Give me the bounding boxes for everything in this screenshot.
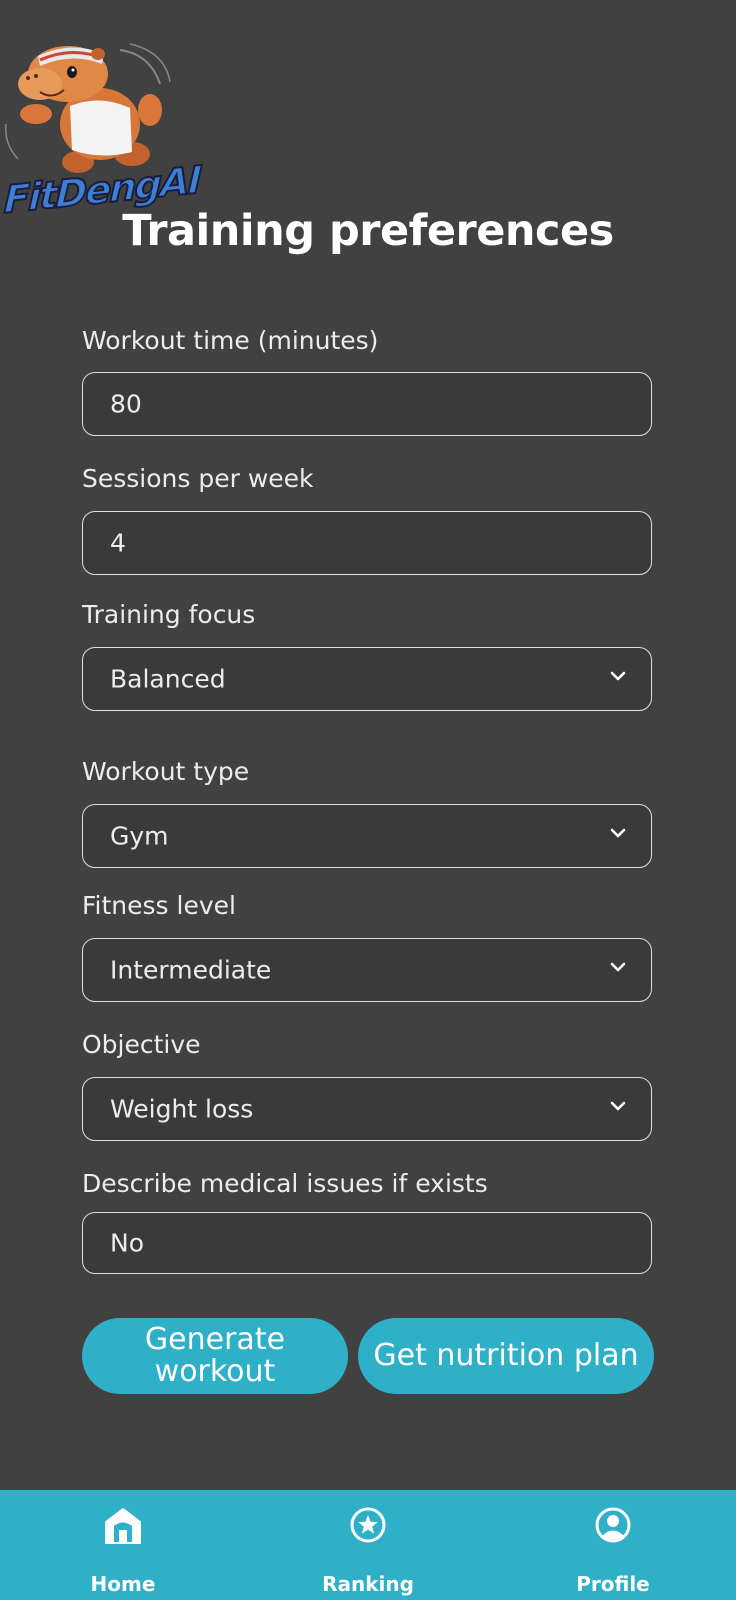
training-focus-value: Balanced [110,664,226,694]
nav-label-home: Home [90,1572,156,1596]
medical-issues-label: Describe medical issues if exists [82,1169,488,1198]
nav-item-profile[interactable]: Profile [533,1490,693,1600]
app-logo: FitDengAI [0,34,202,223]
sessions-per-week-input[interactable]: 4 [82,511,652,575]
home-icon [105,1508,141,1544]
page-title: Training preferences [122,206,614,256]
workout-time-input[interactable]: 80 [82,372,652,436]
medical-issues-input[interactable]: No [82,1212,652,1274]
profile-icon [595,1507,631,1543]
training-focus-select[interactable]: Balanced [82,647,652,711]
fitness-level-value: Intermediate [110,955,272,985]
objective-value: Weight loss [110,1094,254,1124]
workout-time-value: 80 [110,389,142,419]
generate-workout-label: Generate workout [144,1322,286,1389]
sessions-per-week-value: 4 [110,528,126,558]
medical-issues-value: No [110,1228,144,1258]
bottom-nav: Home Ranking Profile [0,1490,736,1600]
nav-item-ranking[interactable]: Ranking [288,1490,448,1600]
star-badge-icon [350,1507,386,1543]
nav-label-profile: Profile [576,1572,650,1596]
chevron-down-icon [610,1101,626,1111]
objective-label: Objective [82,1030,201,1059]
nav-item-home[interactable]: Home [43,1490,203,1600]
sessions-per-week-label: Sessions per week [82,464,314,493]
training-focus-label: Training focus [82,600,256,629]
workout-type-label: Workout type [82,757,250,786]
fitness-level-select[interactable]: Intermediate [82,938,652,1002]
chevron-down-icon [610,671,626,681]
workout-type-value: Gym [110,821,169,851]
workout-type-select[interactable]: Gym [82,804,652,868]
objective-select[interactable]: Weight loss [82,1077,652,1141]
chevron-down-icon [610,962,626,972]
get-nutrition-plan-button[interactable]: Get nutrition plan [358,1318,654,1394]
chevron-down-icon [610,828,626,838]
fitness-level-label: Fitness level [82,891,236,920]
generate-workout-button[interactable]: Generate workout [82,1318,348,1394]
nav-label-ranking: Ranking [322,1572,414,1596]
get-nutrition-plan-label: Get nutrition plan [373,1338,639,1373]
workout-time-label: Workout time (minutes) [82,326,379,355]
